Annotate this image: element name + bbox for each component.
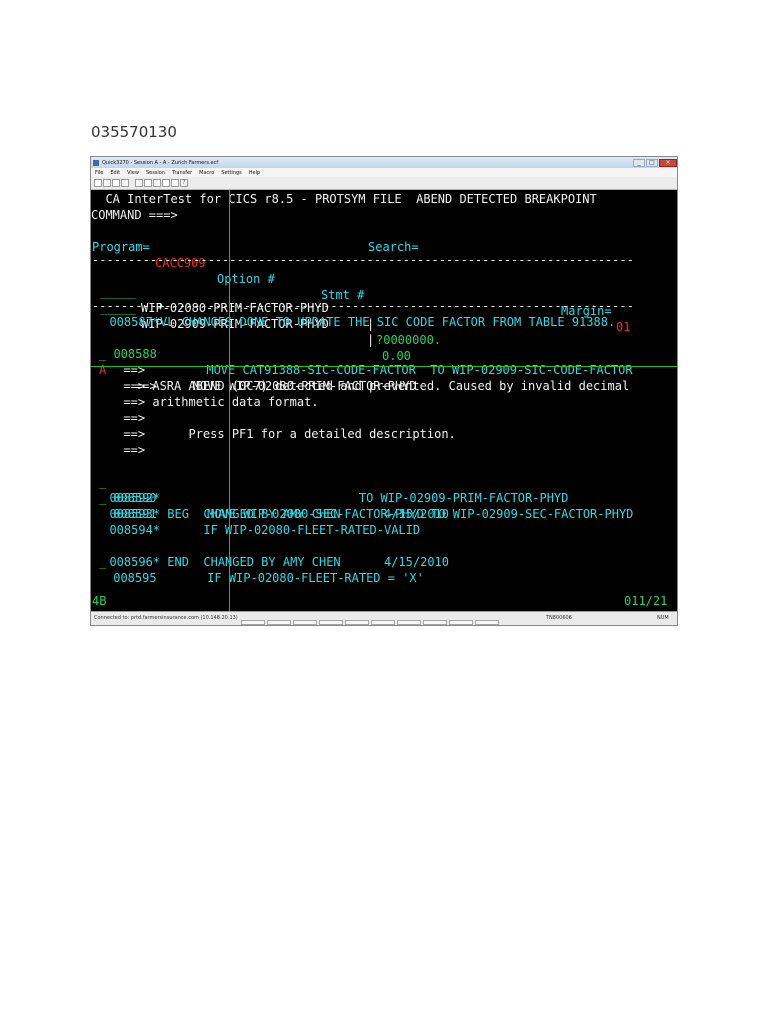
terminal-emulator-window: Quick3270 - Session A - A - Zurich Farme… xyxy=(90,156,678,626)
code-line-008587: 008587*VL CHANGES DONE TO UPDATE THE SIC… xyxy=(95,315,616,329)
status-indicator-group xyxy=(241,620,501,625)
menu-macro[interactable]: Macro xyxy=(199,170,214,176)
code-row-008591: _ 008591 MOVE WIP-02080-SEC-FACTOR-PHYD … xyxy=(91,474,677,521)
maximize-icon[interactable]: □ xyxy=(646,158,658,167)
minimize-icon[interactable]: _ xyxy=(633,158,645,167)
settings-icon[interactable] xyxy=(171,179,179,187)
code-line-008588: MOVE CAT91388-SIC-CODE-FACTOR TO WIP-029… xyxy=(163,363,633,377)
code-line-008590: 008590 TO WIP-02909-PRIM-FACTOR-PHYD xyxy=(106,491,569,505)
dashes-divider: ---------+------------------------------… xyxy=(92,299,634,313)
dashes-top: ----------------------------------------… xyxy=(92,253,634,267)
code-row-breakpoint: A ==> MOVE WIP-02080-PRIM-FACTOR-PHYD xyxy=(91,346,677,393)
menu-help[interactable]: Help xyxy=(249,170,260,176)
code-row-008588: _ 008588 MOVE CAT91388-SIC-CODE-FACTOR T… xyxy=(91,330,677,377)
message-line-6: ==> xyxy=(109,443,146,457)
status-bar: Connected to: prtd.farmersinsurance.com … xyxy=(91,611,677,625)
keyboard-mode: NUM xyxy=(657,615,669,621)
macro-icon[interactable] xyxy=(162,179,170,187)
menu-edit[interactable]: Edit xyxy=(110,170,120,176)
menu-file[interactable]: File xyxy=(95,170,103,176)
menu-transfer[interactable]: Transfer xyxy=(172,170,192,176)
new-icon[interactable] xyxy=(94,179,102,187)
app-icon xyxy=(93,159,99,166)
open-icon[interactable] xyxy=(103,179,111,187)
help-icon[interactable]: ? xyxy=(180,179,188,187)
code-line-008593: 008593* BEG CHANGED BY AMY CHEN 4/15/201… xyxy=(95,507,450,521)
print-icon[interactable] xyxy=(121,179,129,187)
code-row-008595: _ 008595 IF WIP-02080-FLEET-RATED = 'X' xyxy=(91,538,677,585)
code-line-008596: 008596* END CHANGED BY AMY CHEN 4/15/201… xyxy=(95,555,450,569)
terminal-screen[interactable]: CA InterTest for CICS r8.5 - PROTSYM FIL… xyxy=(91,190,677,611)
program-line: Program= CACC909 Option # Stmt # Margin=… xyxy=(91,223,677,334)
code-line-008594: 008594* IF WIP-02080-FLEET-RATED-VALID xyxy=(95,523,421,537)
message-line-5: ==> Press PF1 for a detailed description… xyxy=(109,427,456,441)
window-title: Quick3270 - Session A - A - Zurich Farme… xyxy=(102,159,219,166)
oia-session-indicator: 4B xyxy=(92,594,107,608)
close-icon[interactable]: × xyxy=(659,158,677,167)
cut-icon[interactable] xyxy=(135,179,143,187)
menu-settings[interactable]: Settings xyxy=(221,170,242,176)
breakpoint-marker[interactable]: A xyxy=(99,362,106,378)
code-row-008590: _ 008590 TO WIP-02909-PRIM-FACTOR-PHYD xyxy=(91,458,677,505)
window-titlebar[interactable]: Quick3270 - Session A - A - Zurich Farme… xyxy=(91,157,677,168)
session-id: TN800606 xyxy=(546,615,572,621)
command-label: COMMAND ===> xyxy=(91,208,178,222)
crosshair-cursor-vertical xyxy=(229,190,230,611)
toolbar: ? xyxy=(91,177,677,190)
header-line: CA InterTest for CICS r8.5 - PROTSYM FIL… xyxy=(91,192,597,206)
paste-icon[interactable] xyxy=(153,179,161,187)
oia-cursor-position: 011/21 xyxy=(624,594,668,608)
copy-icon[interactable] xyxy=(144,179,152,187)
save-icon[interactable] xyxy=(112,179,120,187)
message-line-2: ==> ASRA ABEND (0C7) detected and preven… xyxy=(109,379,630,393)
crosshair-cursor-horizontal xyxy=(91,366,677,367)
message-line-3: ==> arithmetic data format. xyxy=(109,395,319,409)
menu-session[interactable]: Session xyxy=(146,170,165,176)
code-line-008595: 008595 IF WIP-02080-FLEET-RATED = 'X' xyxy=(106,571,424,585)
connection-status: Connected to: prtd.farmersinsurance.com … xyxy=(94,615,238,621)
code-line-008592: 008592* xyxy=(95,491,161,505)
message-line-1: ==> xyxy=(109,363,146,377)
menu-bar: File Edit View Session Transfer Macro Se… xyxy=(91,168,677,177)
message-line-4: ==> xyxy=(109,411,146,425)
field-row-1: _____ WIP-02080-PRIM-FACTOR-PHYD | ?0000… xyxy=(91,268,677,347)
menu-view[interactable]: View xyxy=(127,170,139,176)
document-id: 035570130 xyxy=(91,123,177,141)
